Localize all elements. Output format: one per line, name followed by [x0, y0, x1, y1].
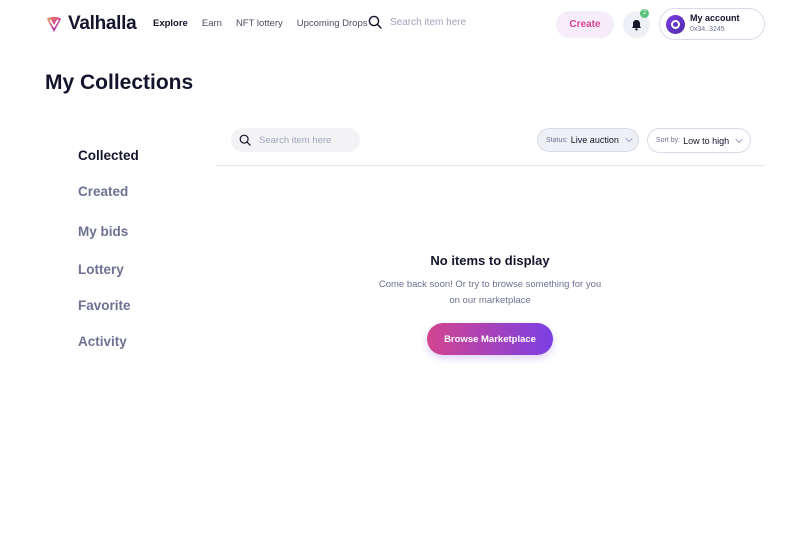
sidebar-item-lottery[interactable]: Lottery [78, 262, 124, 277]
top-header: Valhalla Explore Earn NFT lottery Upcomi… [0, 0, 806, 48]
sidebar-item-collected[interactable]: Collected [78, 148, 139, 163]
search-icon [368, 15, 382, 29]
collection-search [231, 128, 360, 152]
notification-badge: 2 [640, 9, 649, 18]
avatar [666, 14, 685, 34]
page-title: My Collections [45, 71, 194, 94]
chevron-down-icon [735, 138, 743, 143]
chevron-down-icon [625, 137, 633, 143]
nav-explore[interactable]: Explore [153, 18, 188, 29]
browse-marketplace-button[interactable]: Browse Marketplace [427, 323, 553, 355]
empty-state-line-2: on our marketplace [449, 295, 531, 306]
valhalla-logo-icon [46, 16, 62, 33]
account-info: My account 0x34..3245 [690, 13, 740, 35]
account-address: 0x34..3245 [690, 26, 725, 33]
account-button[interactable]: My account 0x34..3245 [659, 8, 765, 40]
empty-state-line-1: Come back soon! Or try to browse somethi… [378, 279, 602, 290]
brand-logo[interactable]: Valhalla [45, 13, 137, 35]
avatar-ring-icon [671, 19, 680, 29]
nav-upcoming-drops[interactable]: Upcoming Drops [297, 18, 368, 29]
nav-nft-lottery[interactable]: NFT lottery [236, 18, 283, 29]
sidebar-item-my-bids[interactable]: My bids [78, 224, 128, 239]
content-divider [216, 165, 765, 166]
sidebar-item-activity[interactable]: Activity [78, 334, 127, 349]
search-icon [239, 134, 251, 146]
status-label: Status: [546, 136, 568, 144]
brand-name: Valhalla [68, 13, 137, 34]
notifications-button[interactable]: 2 [623, 9, 650, 38]
sidebar-item-created[interactable]: Created [78, 184, 128, 199]
empty-state-description: Come back soon! Or try to browse somethi… [350, 277, 630, 309]
header-search-input[interactable] [390, 16, 540, 28]
create-button[interactable]: Create [556, 11, 614, 38]
status-value: Live auction [570, 135, 619, 145]
status-dropdown[interactable]: Status: Live auction [537, 128, 639, 152]
sort-dropdown[interactable]: Sort by: Low to high [647, 128, 751, 153]
sidebar-item-favorite[interactable]: Favorite [78, 298, 131, 313]
account-name: My account [690, 13, 740, 23]
bell-icon [632, 19, 641, 31]
collection-search-input[interactable] [259, 134, 354, 146]
empty-state: No items to display Come back soon! Or t… [350, 253, 630, 309]
empty-state-title: No items to display [430, 253, 550, 268]
nav-earn[interactable]: Earn [202, 18, 222, 29]
header-search [368, 15, 540, 29]
main-nav: Explore Earn NFT lottery Upcoming Drops [153, 18, 382, 29]
sort-label: Sort by: [656, 137, 681, 144]
sort-value: Low to high [683, 135, 730, 146]
